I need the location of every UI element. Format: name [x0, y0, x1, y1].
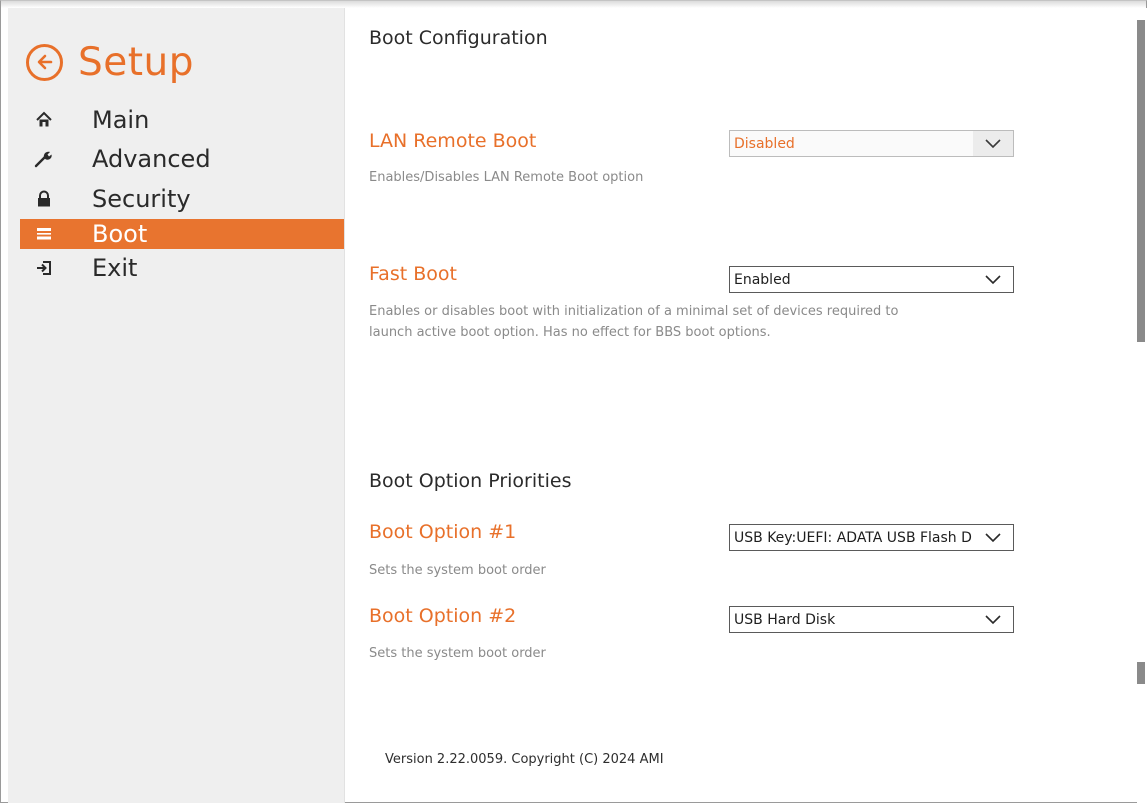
- boot-option-2-description: Sets the system boot order: [369, 646, 546, 661]
- chevron-down-icon: [973, 131, 1013, 156]
- fast-boot-select[interactable]: Enabled: [729, 266, 1014, 293]
- scrollbar-thumb[interactable]: [1137, 20, 1145, 342]
- fast-boot-description-line2: launch active boot option. Has no effect…: [369, 325, 771, 340]
- sidebar: Setup Main Advanced Security Boot Exit: [8, 8, 344, 803]
- boot-option-2-label: Boot Option #2: [369, 605, 517, 627]
- sidebar-nav: Main Advanced Security Boot Exit: [20, 100, 344, 288]
- sidebar-item-label: Boot: [92, 219, 148, 248]
- home-icon: [20, 111, 68, 129]
- chevron-down-icon: [973, 607, 1013, 632]
- sidebar-item-boot[interactable]: Boot: [20, 218, 344, 249]
- lan-remote-boot-value: Disabled: [734, 135, 795, 152]
- lan-remote-boot-description: Enables/Disables LAN Remote Boot option: [369, 170, 644, 185]
- boot-option-2-select[interactable]: USB Hard Disk: [729, 606, 1014, 633]
- boot-option-1-label: Boot Option #1: [369, 521, 517, 543]
- boot-option-1-select[interactable]: USB Key:UEFI: ADATA USB Flash Drive: [729, 524, 1014, 551]
- exit-icon: [20, 259, 68, 277]
- sidebar-item-label: Advanced: [92, 145, 211, 174]
- fast-boot-description-line1: Enables or disables boot with initializa…: [369, 304, 899, 319]
- setup-title: Setup: [78, 39, 195, 85]
- sidebar-item-label: Main: [92, 105, 150, 134]
- boot-option-2-value: USB Hard Disk: [734, 611, 836, 628]
- boot-option-1-value: USB Key:UEFI: ADATA USB Flash Drive: [734, 529, 973, 546]
- sidebar-item-advanced[interactable]: Advanced: [20, 140, 344, 180]
- lan-remote-boot-select[interactable]: Disabled: [729, 130, 1014, 157]
- sidebar-item-label: Exit: [92, 254, 138, 283]
- fast-boot-label: Fast Boot: [369, 263, 457, 285]
- main-divider: [344, 8, 345, 803]
- boot-icon: [20, 226, 68, 242]
- setup-header: Setup: [26, 32, 194, 92]
- lan-remote-boot-label: LAN Remote Boot: [369, 130, 537, 152]
- sidebar-item-label: Security: [92, 184, 191, 213]
- back-arrow-icon[interactable]: [26, 43, 63, 81]
- boot-option-1-description: Sets the system boot order: [369, 563, 546, 578]
- sidebar-item-main[interactable]: Main: [20, 100, 344, 140]
- chevron-down-icon: [973, 267, 1013, 292]
- wrench-icon: [20, 150, 68, 168]
- page-title: Boot Configuration: [369, 27, 548, 49]
- chevron-down-icon: [973, 525, 1013, 550]
- scrollbar-thumb-lower[interactable]: [1137, 662, 1145, 684]
- version-footer: Version 2.22.0059. Copyright (C) 2024 AM…: [385, 752, 664, 767]
- sidebar-item-security[interactable]: Security: [20, 179, 344, 219]
- lock-icon: [20, 190, 68, 208]
- fast-boot-value: Enabled: [734, 271, 791, 288]
- boot-option-priorities-title: Boot Option Priorities: [369, 470, 572, 492]
- sidebar-item-exit[interactable]: Exit: [20, 249, 344, 289]
